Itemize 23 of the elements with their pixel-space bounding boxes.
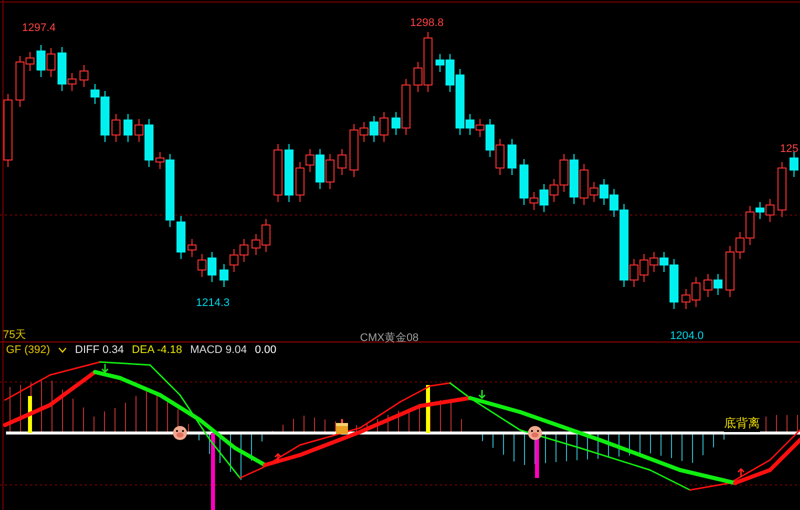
pig-icon [173, 426, 187, 440]
price-label: 1204.0 [670, 330, 704, 342]
arrow-icon [274, 452, 282, 462]
arrow-icon [478, 390, 486, 400]
chevron-icon[interactable] [58, 347, 68, 353]
arrow-icon [101, 364, 109, 374]
price-label: 1214.3 [196, 297, 230, 309]
price-label: 125 [780, 143, 798, 155]
symbol-label: CMX黄金08 [360, 331, 419, 345]
pig-icon [528, 426, 542, 440]
cake-icon [336, 419, 348, 434]
period-label: 75天 [3, 328, 26, 342]
price-label: 1297.4 [22, 22, 56, 34]
indicator-value: 0.00 [254, 344, 276, 356]
signal-bar [426, 385, 430, 433]
indicator-value: DEA -4.18 [132, 344, 182, 356]
divergence-label: 底背离 [724, 415, 760, 432]
arrow-icon [737, 468, 745, 477]
signal-bar [28, 396, 32, 433]
indicator-value: DIFF 0.34 [75, 344, 124, 356]
price-label: 1298.8 [410, 17, 444, 29]
indicator-value: MACD 9.04 [190, 344, 247, 356]
indicator-name[interactable]: GF (392) [6, 344, 50, 356]
